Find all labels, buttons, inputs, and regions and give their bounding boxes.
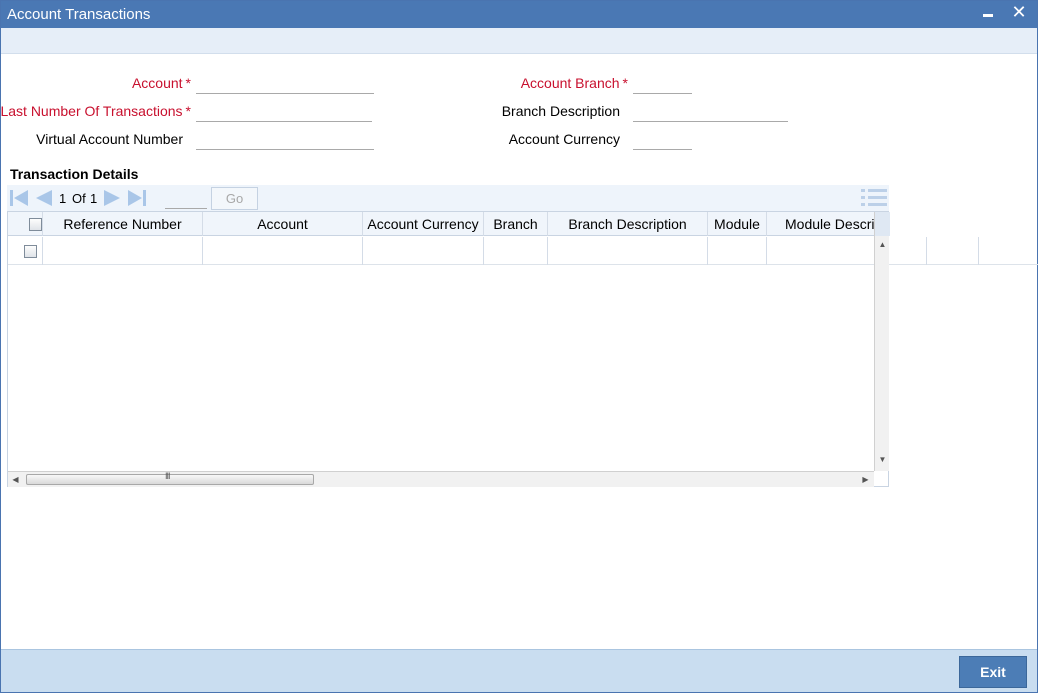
branch-description-label: Branch Description	[501, 103, 620, 119]
column-header[interactable]: Account Currency	[363, 212, 484, 236]
scroll-right-icon[interactable]: ▶	[858, 475, 873, 484]
last-number-label: Last Number Of Transactions *	[0, 103, 191, 119]
select-all-checkbox[interactable]	[29, 218, 42, 231]
row-checkbox[interactable]	[24, 245, 37, 258]
account-currency-field[interactable]	[633, 128, 692, 150]
table-cell	[548, 237, 708, 265]
list-menu-icon[interactable]	[861, 187, 887, 209]
first-page-icon[interactable]	[9, 189, 29, 207]
account-currency-label: Account Currency	[508, 131, 620, 147]
scroll-down-icon[interactable]: ▼	[875, 455, 890, 464]
account-transactions-window: Account Transactions ✕ Account * Last Num…	[0, 0, 1038, 693]
exit-button[interactable]: Exit	[959, 656, 1027, 688]
table-cell	[484, 237, 548, 265]
virtual-account-field[interactable]	[196, 128, 374, 150]
current-page: 1	[59, 191, 67, 206]
virtual-account-label: Virtual Account Number	[36, 131, 183, 147]
scroll-up-icon[interactable]: ▲	[875, 240, 890, 249]
total-pages: 1	[90, 191, 98, 206]
branch-description-field[interactable]	[633, 100, 788, 122]
last-page-icon[interactable]	[127, 189, 147, 207]
title-bar: Account Transactions ✕	[1, 1, 1037, 28]
column-header[interactable]: Reference Number	[43, 212, 203, 236]
select-all-cell	[8, 212, 43, 236]
account-label: Account *	[131, 75, 191, 91]
table-cell	[363, 237, 484, 265]
minimize-icon[interactable]	[981, 5, 997, 21]
account-branch-field[interactable]	[633, 72, 692, 94]
vertical-scrollbar[interactable]: ▲ ▼	[874, 212, 890, 471]
close-icon[interactable]: ✕	[1009, 2, 1029, 23]
row-select-cell	[8, 237, 43, 265]
scroll-grip: III	[165, 471, 170, 481]
page-of-label: Of	[72, 191, 86, 206]
column-header[interactable]: Branch	[484, 212, 548, 236]
column-header[interactable]: Module	[708, 212, 767, 236]
table-cell	[889, 237, 927, 265]
scroll-left-icon[interactable]: ◀	[8, 475, 23, 484]
transaction-details-title: Transaction Details	[10, 166, 139, 182]
window-title: Account Transactions	[7, 6, 151, 23]
table-cell	[927, 237, 979, 265]
horizontal-scrollbar[interactable]: ◀ III ▶	[8, 471, 874, 487]
grid-header: Reference Number Account Account Currenc…	[8, 212, 874, 236]
column-header[interactable]: Module Descrip	[767, 212, 874, 236]
account-field[interactable]	[196, 72, 374, 94]
prev-page-icon[interactable]	[33, 189, 53, 207]
next-page-icon[interactable]	[103, 189, 123, 207]
table-cell	[203, 237, 363, 265]
horizontal-scroll-thumb[interactable]: III	[26, 471, 314, 485]
page-number-input[interactable]	[165, 187, 207, 209]
table-cell	[708, 237, 767, 265]
transaction-grid: Reference Number Account Account Currenc…	[7, 211, 1038, 487]
pagination-toolbar: 1 Of 1 Go	[7, 185, 889, 211]
footer-bar: Exit	[1, 649, 1037, 692]
column-header[interactable]: Account	[203, 212, 363, 236]
table-cell	[43, 237, 203, 265]
column-header[interactable]: Branch Description	[548, 212, 708, 236]
last-number-field[interactable]	[196, 100, 372, 122]
go-button[interactable]: Go	[211, 187, 258, 210]
account-branch-label: Account Branch *	[520, 75, 628, 91]
header-strip	[1, 28, 1037, 54]
